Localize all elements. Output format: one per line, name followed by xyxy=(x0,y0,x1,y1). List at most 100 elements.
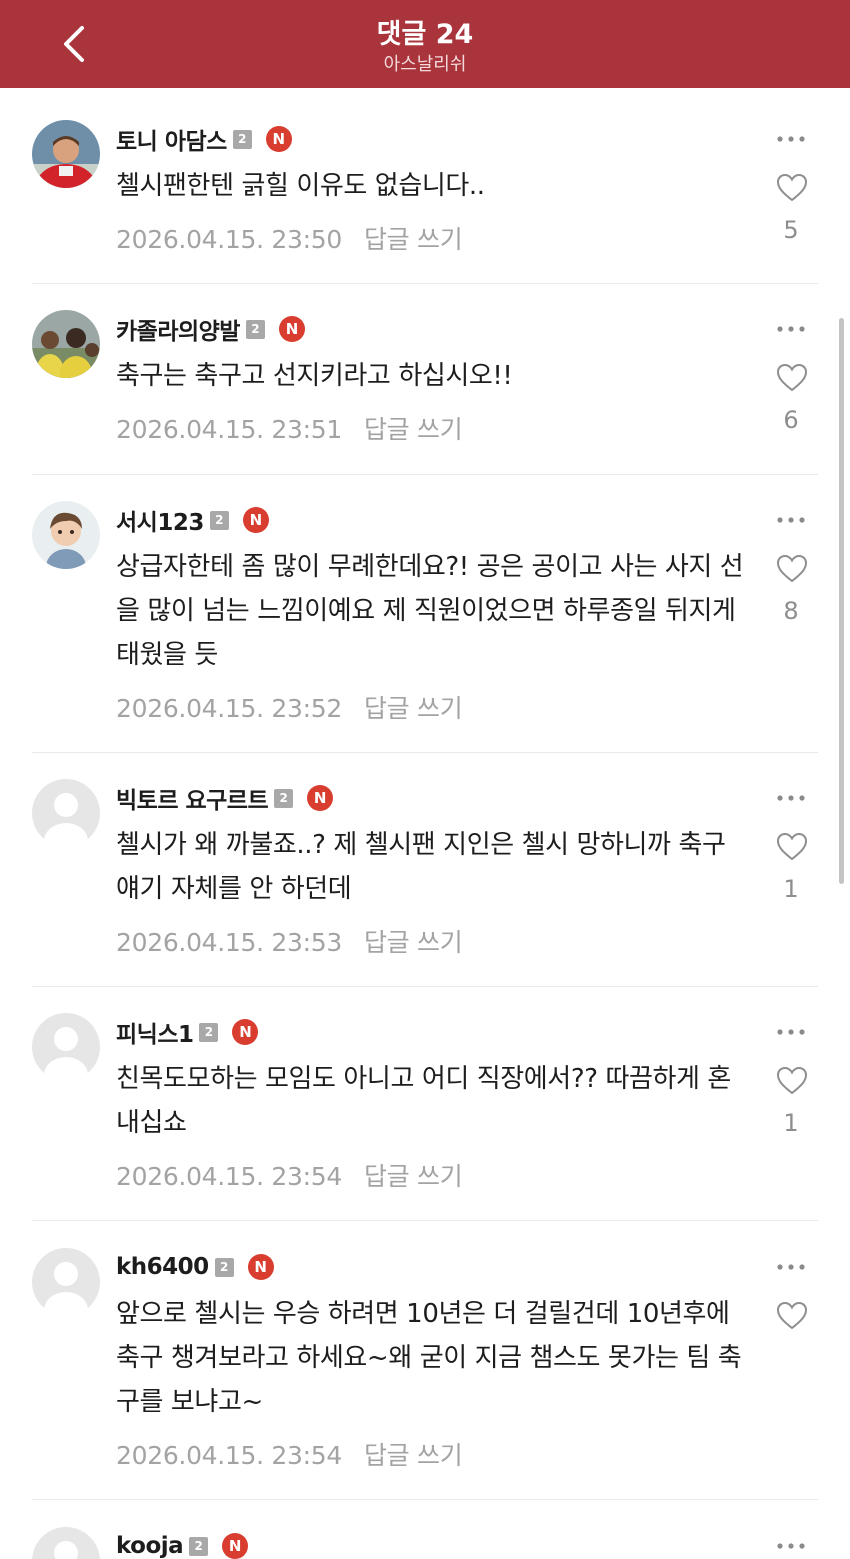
comment-text: 앞으로 첼시는 우승 하려면 10년은 더 걸릴건데 10년후에 축구 챙겨보라… xyxy=(116,1299,742,1417)
avatar[interactable] xyxy=(32,1527,100,1559)
divider xyxy=(32,986,818,987)
reply-button[interactable]: 답글 쓰기 xyxy=(364,694,463,723)
top-bar: 댓글 24 아스날리쉬 xyxy=(0,0,850,88)
like-button[interactable] xyxy=(775,362,809,394)
comment-item: 빅토르 요구르트 2 N 첼시가 왜 까불죠..? 제 첼시팬 지인은 첼시 망… xyxy=(0,779,850,964)
more-options-button[interactable] xyxy=(772,316,810,342)
author-name[interactable]: kooja xyxy=(116,1533,184,1559)
author-row: 토니 아담스 2 N xyxy=(116,122,292,156)
new-badge: N xyxy=(278,316,305,342)
like-button[interactable] xyxy=(775,553,809,585)
comment-text: 첼시팬한텐 긁힐 이유도 없습니다.. xyxy=(116,171,485,201)
more-icon xyxy=(772,1029,810,1049)
like-button[interactable] xyxy=(775,172,809,204)
reply-button[interactable]: 답글 쓰기 xyxy=(364,1441,463,1470)
author-row: 피닉스1 2 N xyxy=(116,1015,259,1049)
new-badge: N xyxy=(232,1019,259,1045)
reply-button[interactable]: 답글 쓰기 xyxy=(364,415,463,444)
like-button[interactable] xyxy=(775,831,809,863)
divider xyxy=(32,752,818,753)
author-name[interactable]: 토니 아담스 xyxy=(116,122,227,156)
more-options-button[interactable] xyxy=(772,126,810,152)
more-icon xyxy=(772,1543,810,1559)
divider xyxy=(32,1499,818,1500)
new-badge: N xyxy=(222,1533,249,1559)
divider xyxy=(32,1220,818,1221)
more-options-button[interactable] xyxy=(772,785,810,811)
more-icon xyxy=(772,136,810,156)
more-options-button[interactable] xyxy=(772,1254,810,1280)
comment-date: 2026.04.15. 23:53 xyxy=(116,928,342,957)
more-icon xyxy=(772,517,810,537)
reply-button[interactable]: 답글 쓰기 xyxy=(364,928,463,957)
comment-text: 상급자한테 좀 많이 무례한데요?! 공은 공이고 사는 사지 선을 많이 넘는… xyxy=(116,552,744,670)
like-count: 8 xyxy=(783,597,799,625)
level-badge: 2 xyxy=(232,129,252,149)
more-options-button[interactable] xyxy=(772,507,810,533)
comment-item: 토니 아담스 2 N 첼시팬한텐 긁힐 이유도 없습니다.. 2026.04.1… xyxy=(0,120,850,260)
comment-date: 2026.04.15. 23:54 xyxy=(116,1162,342,1191)
reply-button[interactable]: 답글 쓰기 xyxy=(364,225,463,254)
like-button[interactable] xyxy=(775,1065,809,1097)
comment-item: kh6400 2 N 앞으로 첼시는 우승 하려면 10년은 더 걸릴건데 10… xyxy=(0,1248,850,1478)
author-name[interactable]: 카졸라의양발 xyxy=(116,312,240,346)
avatar[interactable] xyxy=(32,1013,100,1081)
more-options-button[interactable] xyxy=(772,1533,810,1559)
level-badge: 2 xyxy=(274,788,294,808)
reply-button[interactable]: 답글 쓰기 xyxy=(364,1162,463,1191)
heart-icon xyxy=(775,173,809,208)
more-icon xyxy=(772,326,810,346)
new-badge: N xyxy=(307,785,334,811)
author-name[interactable]: 피닉스1 xyxy=(116,1015,194,1049)
comment-text: 친목도모하는 모임도 아니고 어디 직장에서?? 따끔하게 혼내십쇼 xyxy=(116,1064,731,1138)
heart-icon xyxy=(775,1301,809,1336)
author-row: 카졸라의양발 2 N xyxy=(116,312,305,346)
heart-icon xyxy=(775,363,809,398)
avatar[interactable] xyxy=(32,501,100,569)
author-name[interactable]: 서시123 xyxy=(116,503,204,537)
comment-meta: 2026.04.15. 23:52 답글 쓰기 xyxy=(116,689,463,725)
new-badge: N xyxy=(242,507,269,533)
comment-text: 축구는 축구고 선지키라고 하십시오!! xyxy=(116,361,513,391)
comment-meta: 2026.04.15. 23:54 답글 쓰기 xyxy=(116,1436,463,1472)
more-icon xyxy=(772,795,810,815)
comment-item: 서시123 2 N 상급자한테 좀 많이 무례한데요?! 공은 공이고 사는 사… xyxy=(0,501,850,731)
comment-date: 2026.04.15. 23:50 xyxy=(116,225,342,254)
comment-item: kooja 2 N xyxy=(0,1527,850,1559)
comment-text: 첼시가 왜 까불죠..? 제 첼시팬 지인은 첼시 망하니까 축구 얘기 자체를… xyxy=(116,830,726,904)
scrollbar[interactable] xyxy=(839,318,844,884)
avatar[interactable] xyxy=(32,120,100,188)
comment-meta: 2026.04.15. 23:50 답글 쓰기 xyxy=(116,220,463,256)
author-row: 서시123 2 N xyxy=(116,503,269,537)
author-row: 빅토르 요구르트 2 N xyxy=(116,781,334,815)
heart-icon xyxy=(775,554,809,589)
avatar[interactable] xyxy=(32,779,100,847)
comment-meta: 2026.04.15. 23:51 답글 쓰기 xyxy=(116,410,463,446)
comment-meta: 2026.04.15. 23:53 답글 쓰기 xyxy=(116,923,463,959)
like-count: 5 xyxy=(783,216,799,244)
comment-item: 카졸라의양발 2 N 축구는 축구고 선지키라고 하십시오!! 2026.04.… xyxy=(0,310,850,450)
heart-icon xyxy=(775,832,809,867)
comment-item: 피닉스1 2 N 친목도모하는 모임도 아니고 어디 직장에서?? 따끔하게 혼… xyxy=(0,1013,850,1198)
like-button[interactable] xyxy=(775,1300,809,1332)
more-options-button[interactable] xyxy=(772,1019,810,1045)
more-icon xyxy=(772,1264,810,1284)
level-badge: 2 xyxy=(245,319,265,339)
heart-icon xyxy=(775,1066,809,1101)
author-name[interactable]: 빅토르 요구르트 xyxy=(116,781,269,815)
level-badge: 2 xyxy=(199,1022,219,1042)
avatar[interactable] xyxy=(32,1248,100,1316)
like-count: 1 xyxy=(783,875,799,903)
author-name[interactable]: kh6400 xyxy=(116,1254,209,1280)
comment-date: 2026.04.15. 23:52 xyxy=(116,694,342,723)
level-badge: 2 xyxy=(214,1257,234,1277)
like-count: 1 xyxy=(783,1109,799,1137)
new-badge: N xyxy=(247,1254,274,1280)
page-title: 댓글 24 xyxy=(376,19,474,50)
new-badge: N xyxy=(265,126,292,152)
like-count: 6 xyxy=(783,406,799,434)
comment-date: 2026.04.15. 23:51 xyxy=(116,415,342,444)
level-badge: 2 xyxy=(189,1536,209,1556)
author-row: kh6400 2 N xyxy=(116,1250,274,1284)
avatar[interactable] xyxy=(32,310,100,378)
